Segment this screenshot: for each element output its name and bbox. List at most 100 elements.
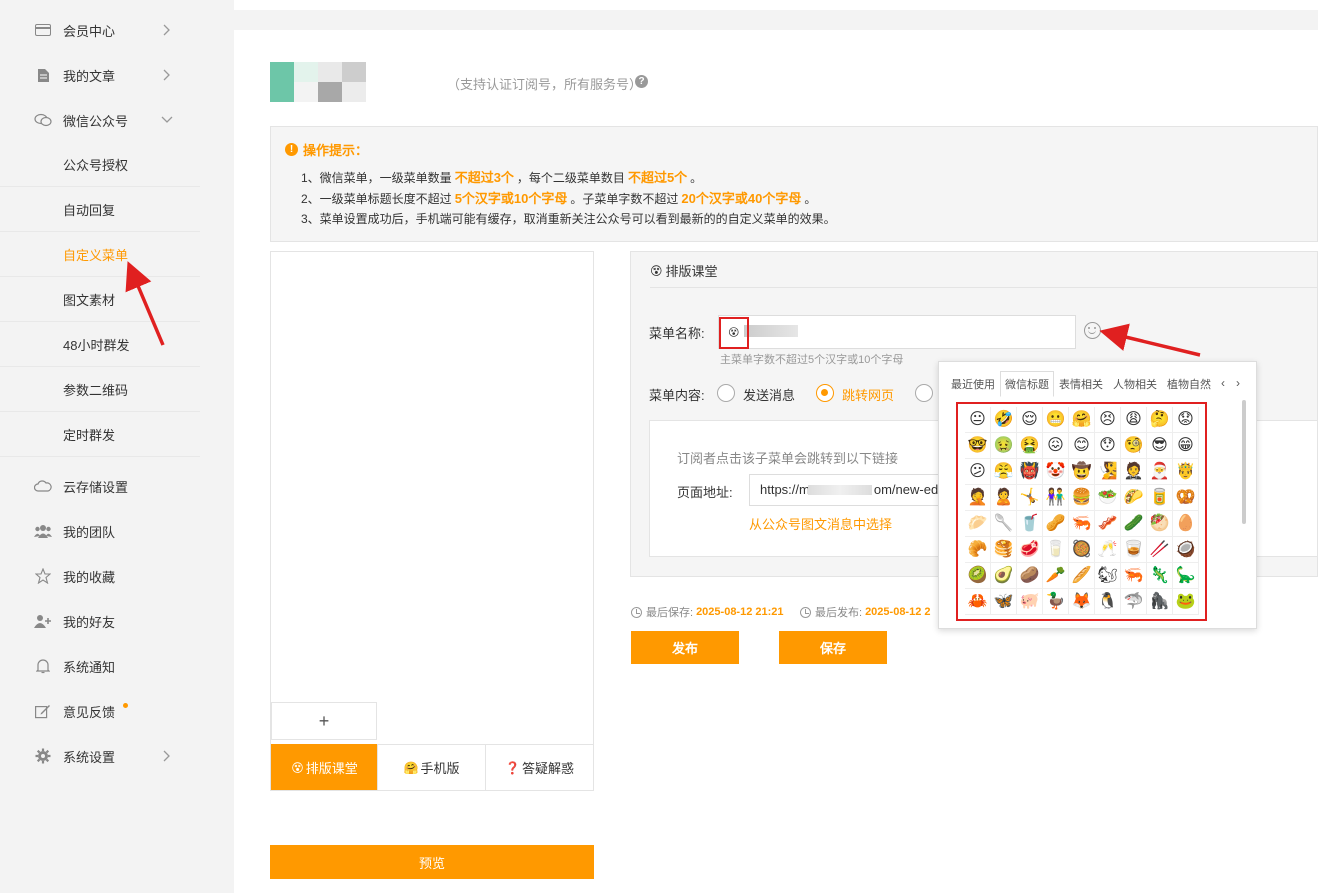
save-button[interactable]: 保存 <box>779 631 887 664</box>
sidebar-item-favorites[interactable]: 我的收藏 <box>0 554 200 598</box>
tip-highlight: 5个汉字或10个字母 <box>454 191 568 206</box>
warning-icon: ! <box>285 143 298 156</box>
last-save-label: 最后保存: <box>646 607 694 619</box>
url-suffix: om/new-ed <box>873 482 939 497</box>
sidebar-item-label: 意见反馈 <box>63 704 116 720</box>
tip-highlight: 不超过3个 <box>454 170 514 185</box>
emoji-category-tabs: 最近使用 微信标题 表情相关 人物相关 植物自然 <box>946 371 1216 397</box>
last-publish-label: 最后发布: <box>815 607 863 619</box>
sidebar-subitem-scheduled-broadcast[interactable]: 定时群发 <box>0 413 200 457</box>
pick-from-articles-link[interactable]: 从公众号图文消息中选择 <box>749 514 892 533</box>
url-prefix: https://m <box>760 482 810 497</box>
sidebar-subitem-label: 定时群发 <box>63 428 116 443</box>
tip-text: 1、微信菜单，一级菜单数量 <box>301 171 452 185</box>
document-icon <box>34 66 52 84</box>
sidebar-item-my-articles[interactable]: 我的文章 <box>0 53 200 97</box>
tip-line-3: 3、菜单设置成功后，手机端可能有缓存，取消重新关注公众号可以看到最新的的自定义菜… <box>301 212 836 226</box>
sidebar-item-label: 会员中心 <box>63 23 116 39</box>
tab-next-arrow-icon[interactable]: › <box>1236 376 1240 390</box>
editor-title-text: 排版课堂 <box>665 264 718 279</box>
chevron-right-icon <box>160 749 174 763</box>
sidebar-item-label: 系统设置 <box>63 749 116 765</box>
menu-tab-mobile[interactable]: 🤗 手机版 <box>377 744 485 790</box>
sidebar-subitem-label: 参数二维码 <box>63 383 129 398</box>
blurred-text <box>744 325 798 337</box>
emoji-tab-wechat-title[interactable]: 微信标题 <box>1000 371 1054 397</box>
tip-line-1: 1、微信菜单，一级菜单数量 不超过3个 ，每个二级菜单数目 不超过5个。 <box>301 167 702 186</box>
tip-text: 。 <box>804 192 817 206</box>
editor-title: 😵 排版课堂 <box>650 261 718 280</box>
star-icon <box>34 567 52 585</box>
blurred-text <box>808 485 872 495</box>
last-save-info: 最后保存: 2025-08-12 21:21 <box>631 604 784 620</box>
emoji-tab-nature[interactable]: 植物自然 <box>1162 371 1216 397</box>
menu-tab-label: 答疑解惑 <box>521 761 574 776</box>
send-message-label[interactable]: 发送消息 <box>743 385 795 404</box>
menu-name-hint: 主菜单字数不超过5个汉字或10个字母 <box>720 354 904 366</box>
publish-button[interactable]: 发布 <box>631 631 739 664</box>
preview-button[interactable]: 预览 <box>270 845 594 879</box>
send-message-radio[interactable] <box>717 384 735 402</box>
chevron-right-icon <box>160 68 174 82</box>
sidebar-subitem-custom-menu[interactable]: 自定义菜单 <box>0 233 200 277</box>
menu-tab-layout-class[interactable]: 😵 排版课堂 <box>271 744 377 790</box>
sidebar-item-label: 微信公众号 <box>63 113 129 129</box>
sidebar-subitem-label: 自定义菜单 <box>63 248 129 263</box>
sidebar-item-settings[interactable]: 系统设置 <box>0 734 200 778</box>
menu-tab-qa[interactable]: ❓ 答疑解惑 <box>485 744 593 790</box>
third-option-radio[interactable] <box>915 384 933 402</box>
card-icon <box>34 21 52 39</box>
sidebar-item-cloud-storage[interactable]: 云存储设置 <box>0 464 200 508</box>
sidebar-subitem-param-qrcode[interactable]: 参数二维码 <box>0 368 200 412</box>
add-menu-button[interactable]: + <box>271 702 377 740</box>
sidebar-item-feedback[interactable]: 意见反馈 <box>0 689 200 733</box>
tip-text: ，每个二级菜单数目 <box>516 171 625 185</box>
clock-icon <box>800 606 811 618</box>
jump-page-label[interactable]: 跳转网页 <box>842 385 894 404</box>
sidebar-item-notifications[interactable]: 系统通知 <box>0 644 200 688</box>
sidebar-item-label: 我的好友 <box>63 614 116 630</box>
emoji-picker-button[interactable] <box>1084 322 1101 339</box>
sidebar-subitem-label: 48小时群发 <box>63 338 130 353</box>
sidebar-subitem-auto-reply[interactable]: 自动回复 <box>0 188 200 232</box>
top-strip <box>234 0 1318 10</box>
sidebar-item-wechat[interactable]: 微信公众号 <box>0 98 200 142</box>
sidebar-item-label: 云存储设置 <box>63 479 129 495</box>
sidebar-subitem-news-material[interactable]: 图文素材 <box>0 278 200 322</box>
sidebar-subitem-label: 图文素材 <box>63 293 116 308</box>
add-friend-icon <box>34 612 52 630</box>
last-publish-info: 最后发布: 2025-08-12 2 <box>800 604 931 620</box>
tip-line-2: 2、一级菜单标题长度不超过 5个汉字或10个字母 。子菜单字数不超过 20个汉字或40… <box>301 188 816 207</box>
bell-icon <box>34 657 52 675</box>
sidebar-subitem-account-auth[interactable]: 公众号授权 <box>0 143 200 187</box>
sidebar-item-label: 我的文章 <box>63 68 116 84</box>
sidebar-item-label: 我的收藏 <box>63 569 116 585</box>
divider <box>650 287 1318 288</box>
chevron-right-icon <box>160 23 174 37</box>
tips-title-text: 操作提示： <box>303 143 369 158</box>
url-label: 页面地址: <box>677 485 733 500</box>
sidebar-subitem-48h-broadcast[interactable]: 48小时群发 <box>0 323 200 367</box>
emoji-tab-recent[interactable]: 最近使用 <box>946 371 1000 397</box>
notification-dot <box>123 703 128 708</box>
jump-page-radio[interactable] <box>816 384 834 402</box>
sidebar-item-my-team[interactable]: 我的团队 <box>0 509 200 553</box>
hug-emoji-icon: 🤗 <box>403 760 419 775</box>
emoji-scrollbar[interactable] <box>1242 400 1246 524</box>
dizzy-emoji-icon: 😵 <box>291 760 304 775</box>
sidebar-item-member-center[interactable]: 会员中心 <box>0 8 200 52</box>
emoji-grid-highlight-box <box>956 402 1207 621</box>
tip-highlight: 不超过5个 <box>627 170 688 185</box>
tip-text: 。 <box>690 171 703 185</box>
help-icon[interactable]: ? <box>635 75 648 88</box>
emoji-tab-people[interactable]: 人物相关 <box>1108 371 1162 397</box>
link-description: 订阅者点击该子菜单会跳转到以下链接 <box>677 451 899 466</box>
sidebar-item-friends[interactable]: 我的好友 <box>0 599 200 643</box>
tab-prev-arrow-icon[interactable]: ‹ <box>1221 376 1225 390</box>
cloud-icon <box>34 477 52 495</box>
dizzy-emoji-icon: 😵 <box>650 263 663 278</box>
menu-tab-label: 手机版 <box>420 761 460 776</box>
emoji-tab-expressions[interactable]: 表情相关 <box>1054 371 1108 397</box>
question-emoji-icon: ❓ <box>505 760 520 775</box>
support-text: （支持认证订阅号，所有服务号） <box>447 77 643 92</box>
